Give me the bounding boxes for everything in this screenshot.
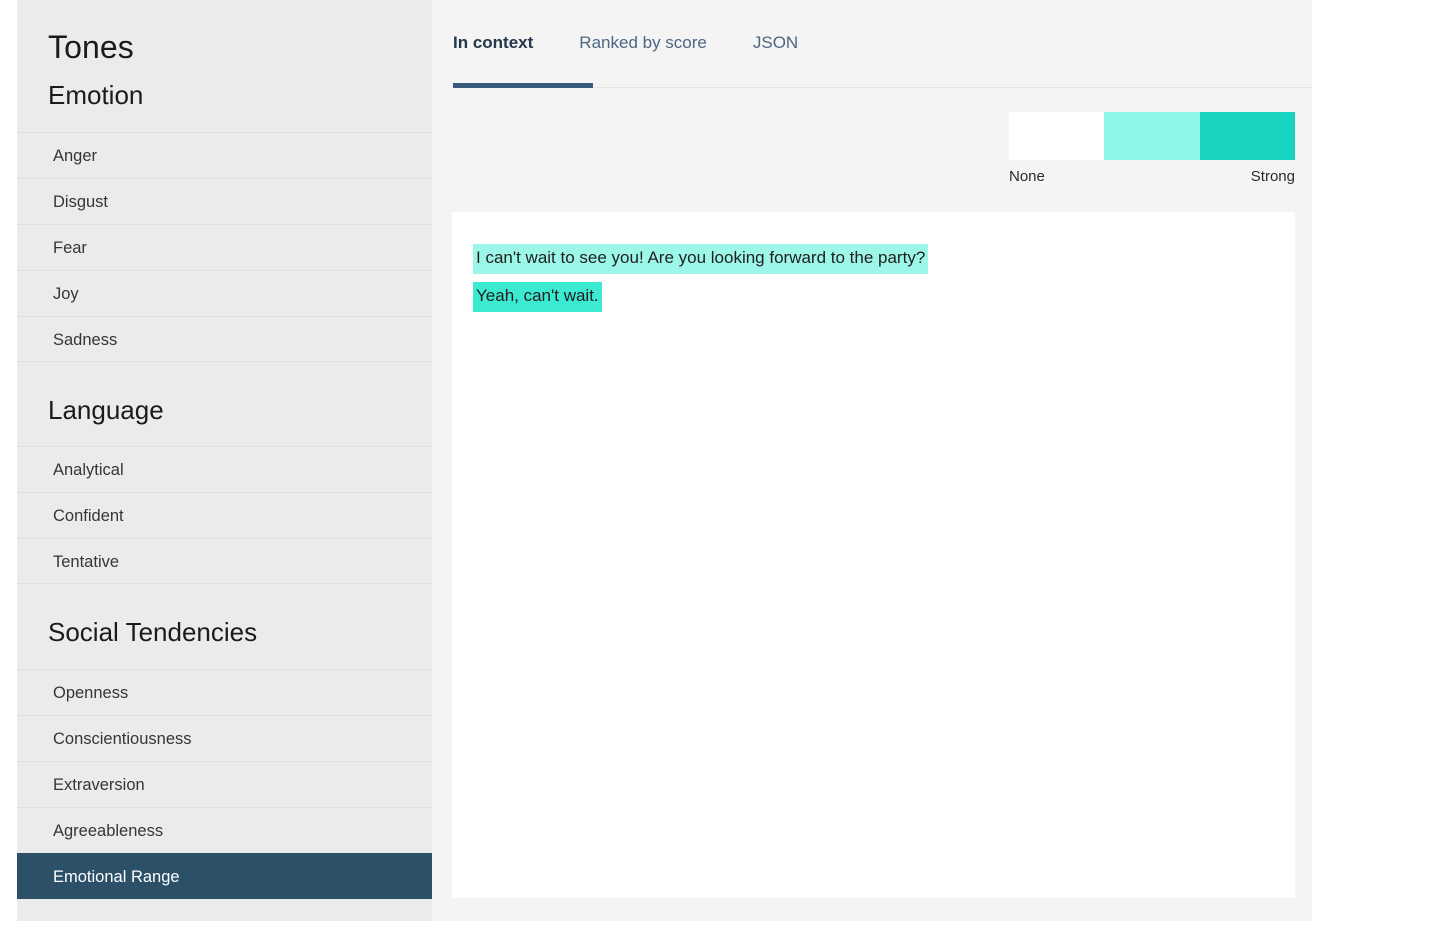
sidebar-item-anger[interactable]: Anger (17, 131, 432, 178)
sidebar-item-confident[interactable]: Confident (17, 492, 432, 538)
sidebar-item-extraversion[interactable]: Extraversion (17, 760, 432, 807)
sidebar-item-disgust[interactable]: Disgust (17, 177, 432, 224)
sentence-row: I can't wait to see you! Are you looking… (473, 244, 1295, 282)
in-context-results-card: I can't wait to see you! Are you looking… (452, 212, 1295, 898)
legend-swatch-medium (1104, 112, 1200, 160)
tone-list-social-tendencies: Openness Conscientiousness Extraversion … (17, 668, 432, 899)
sidebar-item-openness[interactable]: Openness (17, 668, 432, 715)
legend-swatches (1009, 112, 1295, 160)
section-heading-emotion: Emotion (48, 80, 144, 111)
legend-labels: None Strong (1009, 168, 1295, 185)
section-heading-language: Language (48, 394, 164, 425)
sidebar-item-joy[interactable]: Joy (17, 269, 432, 316)
legend-swatch-none (1009, 112, 1105, 160)
legend-swatch-strong (1199, 112, 1295, 160)
legend-label-none: None (1009, 168, 1045, 185)
sentence-list: I can't wait to see you! Are you looking… (473, 244, 1295, 320)
sidebar-item-conscientiousness[interactable]: Conscientiousness (17, 714, 432, 761)
legend-label-strong: Strong (1250, 168, 1295, 185)
tab-bar: In context Ranked by score JSON (432, 0, 1312, 90)
highlighted-sentence-1[interactable]: I can't wait to see you! Are you looking… (473, 244, 929, 274)
sentence-row: Yeah, can't wait. (473, 281, 1295, 320)
intensity-legend: None Strong (1009, 112, 1295, 185)
sidebar-item-agreeableness[interactable]: Agreeableness (17, 806, 432, 853)
page-title: Tones (48, 29, 134, 65)
sidebar-item-tentative[interactable]: Tentative (17, 538, 432, 585)
tones-sidebar: Tones Emotion Anger Disgust Fear Joy Sad… (17, 0, 432, 921)
main-panel: In context Ranked by score JSON None Str… (432, 0, 1312, 921)
tone-list-language: Analytical Confident Tentative (17, 446, 432, 585)
highlighted-sentence-2[interactable]: Yeah, can't wait. (473, 281, 602, 312)
tone-analyzer-app: Tones Emotion Anger Disgust Fear Joy Sad… (0, 0, 1440, 937)
tab-json[interactable]: JSON (753, 0, 798, 88)
tone-list-emotion: Anger Disgust Fear Joy Sadness (17, 131, 432, 362)
tab-in-context[interactable]: In context (453, 0, 594, 88)
sidebar-item-fear[interactable]: Fear (17, 223, 432, 270)
tab-strip: In context Ranked by score JSON (453, 0, 1312, 88)
tab-ranked-by-score[interactable]: Ranked by score (579, 0, 707, 88)
sidebar-item-analytical[interactable]: Analytical (17, 446, 432, 492)
sidebar-item-sadness[interactable]: Sadness (17, 315, 432, 362)
sidebar-item-emotional-range[interactable]: Emotional Range (17, 852, 432, 899)
section-heading-social-tendencies: Social Tendencies (48, 617, 258, 648)
